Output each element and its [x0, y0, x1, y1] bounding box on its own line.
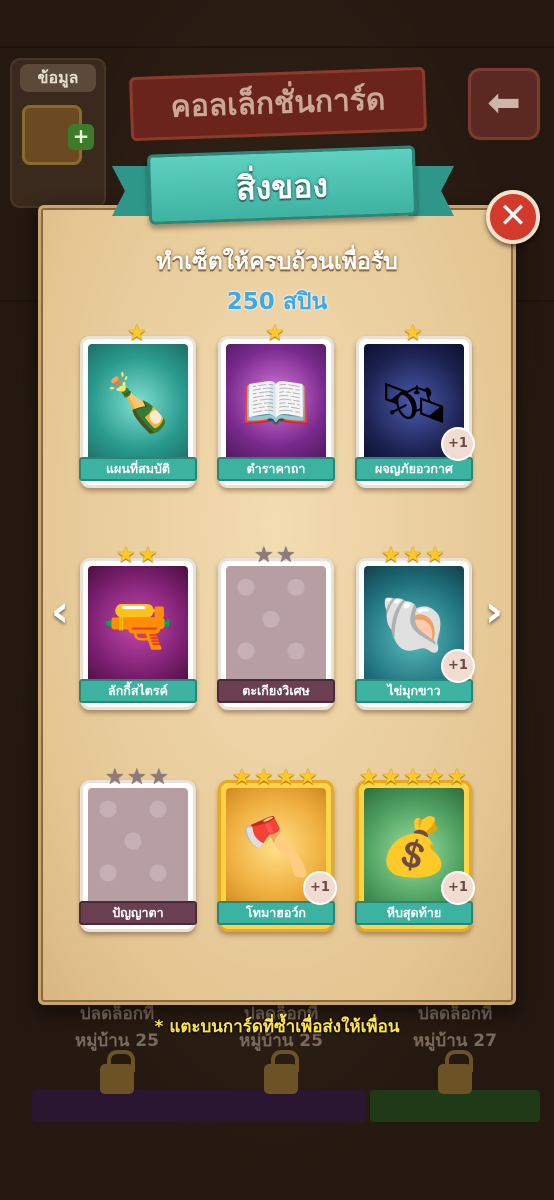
- collection-card[interactable]: 🪓 ★ ★ ★ ★ โทมาฮอว์ก +1: [217, 767, 337, 932]
- chevron-right-icon: ›: [484, 586, 504, 637]
- card-stars: ★ ★ ★: [359, 545, 469, 567]
- lock-icon: [438, 1050, 473, 1094]
- lock-icon: [264, 1050, 299, 1094]
- info-label[interactable]: ข้อมูล: [20, 64, 96, 92]
- crown-pattern: [226, 566, 326, 684]
- prev-set-button[interactable]: ‹: [42, 590, 78, 636]
- card-placeholder: [88, 788, 188, 906]
- star-icon: ★: [298, 765, 318, 790]
- card-illustration-icon: 🍾: [103, 371, 173, 436]
- card-name: ลักกี้สไตรค์: [79, 679, 197, 703]
- collection-card[interactable]: ★ ★ ★ ปัญญาตา: [79, 767, 197, 932]
- set-subtitle: ทำเซ็ตให้ครบถ้วนเพื่อรับ: [156, 249, 398, 275]
- back-button[interactable]: ⬅: [468, 68, 540, 140]
- card-name: ตำราคาถา: [217, 457, 335, 481]
- set-title: สิ่งของ: [235, 166, 329, 208]
- star-icon: ★: [425, 765, 445, 790]
- card-stars: ★ ★: [83, 545, 193, 567]
- star-icon: ★: [359, 765, 379, 790]
- close-button[interactable]: ✕: [486, 190, 540, 244]
- close-icon: ✕: [498, 196, 528, 236]
- card-name: ปัญญาตา: [79, 901, 197, 925]
- card-stars: ★ ★ ★ ★: [221, 767, 331, 789]
- collection-card[interactable]: 💰 ★ ★ ★ ★ ★ หีบสุดท้าย +1: [355, 767, 475, 932]
- star-icon: ★: [447, 765, 467, 790]
- card-stars: ★ ★: [221, 545, 331, 567]
- star-icon: ★: [403, 543, 423, 568]
- collection-card[interactable]: 🛰 ★ ผจญภัยอวกาศ +1: [355, 323, 475, 488]
- card-name: แผนที่สมบัติ: [79, 457, 197, 481]
- star-icon: ★: [425, 543, 445, 568]
- village-plate: [196, 1090, 366, 1122]
- footer-note: * แตะบนการ์ดที่ซ้ำเพื่อส่งให้เพื่อน: [154, 1017, 400, 1037]
- star-icon: ★: [381, 765, 401, 790]
- next-set-button[interactable]: ›: [476, 590, 512, 636]
- collection-card[interactable]: 🍾 ★ แผนที่สมบัติ: [79, 323, 197, 488]
- collection-card[interactable]: 🐚 ★ ★ ★ ไข่มุกขาว +1: [355, 545, 475, 710]
- duplicate-count-badge[interactable]: +1: [441, 649, 475, 683]
- star-icon: ★: [254, 765, 274, 790]
- crown-pattern: [88, 788, 188, 906]
- duplicate-count-badge[interactable]: +1: [441, 427, 475, 461]
- star-icon: ★: [276, 765, 296, 790]
- card-art: 🔫: [88, 566, 188, 684]
- chevron-left-icon: ‹: [50, 586, 70, 637]
- set-reward: 250 สปิน: [226, 289, 328, 315]
- star-icon: ★: [127, 765, 147, 790]
- star-icon: ★: [149, 765, 169, 790]
- card-name: ตะเกียงวิเศษ: [217, 679, 335, 703]
- star-icon: ★: [381, 543, 401, 568]
- card-stars: ★: [221, 323, 331, 345]
- card-art: 🍾: [88, 344, 188, 462]
- card-placeholder: [226, 566, 326, 684]
- star-icon: ★: [116, 543, 136, 568]
- village-plate: [32, 1090, 202, 1122]
- add-icon[interactable]: +: [68, 124, 94, 150]
- star-icon: ★: [127, 321, 147, 346]
- village-plate: [370, 1090, 540, 1122]
- card-stars: ★ ★ ★: [83, 767, 193, 789]
- card-stars: ★: [83, 323, 193, 345]
- card-art: 📖: [226, 344, 326, 462]
- star-icon: ★: [138, 543, 158, 568]
- star-icon: ★: [105, 765, 125, 790]
- star-icon: ★: [276, 543, 296, 568]
- star-icon: ★: [403, 321, 423, 346]
- duplicate-count-badge[interactable]: +1: [303, 871, 337, 905]
- lock-icon: [100, 1050, 135, 1094]
- collection-card[interactable]: 📖 ★ ตำราคาถา: [217, 323, 335, 488]
- duplicate-count-badge[interactable]: +1: [441, 871, 475, 905]
- collection-card[interactable]: 🔫 ★ ★ ลักกี้สไตรค์: [79, 545, 197, 710]
- card-stars: ★: [359, 323, 469, 345]
- star-icon: ★: [403, 765, 423, 790]
- card-illustration-icon: 📖: [241, 371, 311, 436]
- star-icon: ★: [265, 321, 285, 346]
- card-stars: ★ ★ ★ ★ ★: [359, 767, 469, 789]
- card-illustration-icon: 🔫: [103, 593, 173, 658]
- plank-line: [0, 46, 554, 48]
- star-icon: ★: [254, 543, 274, 568]
- back-arrow-icon: ⬅: [487, 80, 521, 126]
- star-icon: ★: [232, 765, 252, 790]
- collection-card[interactable]: ★ ★ ตะเกียงวิเศษ: [217, 545, 335, 710]
